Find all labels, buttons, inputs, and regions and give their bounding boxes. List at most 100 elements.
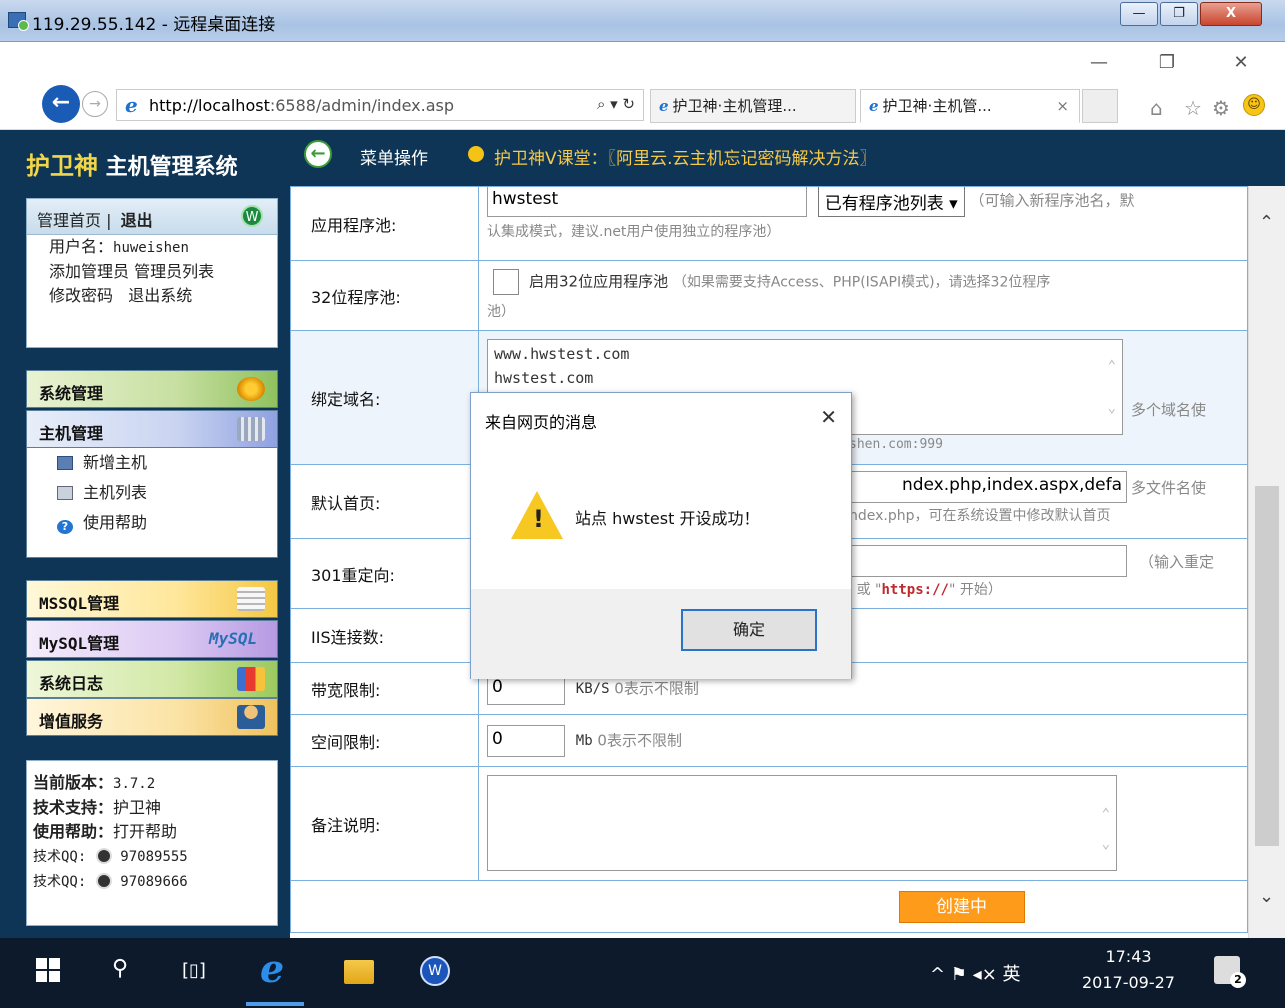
- scroll-up-icon: ⌃: [1107, 358, 1116, 374]
- space-label: 空间限制:: [290, 714, 479, 767]
- host-submenu: 新增主机 主机列表 ? 使用帮助: [26, 448, 278, 558]
- browser-minimize-button[interactable]: —: [1084, 52, 1114, 73]
- back-arrow-icon[interactable]: ←: [42, 85, 80, 123]
- chevron-down-icon[interactable]: ⌄: [1259, 886, 1274, 907]
- remote-desktop-icon: [8, 12, 29, 31]
- dialog-title: 来自网页的消息: [485, 413, 598, 432]
- tab-close-icon[interactable]: ×: [1056, 90, 1069, 122]
- app-pool-select[interactable]: 已有程序池列表 ▾: [817, 187, 965, 217]
- username-row: 用户名：huweishen: [49, 237, 189, 256]
- qq-number-1[interactable]: 97089555: [120, 849, 187, 865]
- page-scrollbar[interactable]: ⌃ ⌄: [1248, 186, 1285, 938]
- redirect-label: 301重定向:: [290, 538, 479, 609]
- app-pool-input[interactable]: hwstest: [487, 187, 807, 217]
- home-icon[interactable]: ⌂: [1150, 96, 1163, 120]
- menu-item-host-list[interactable]: 主机列表: [27, 478, 277, 508]
- lesson-link[interactable]: 护卫神V课堂：〖阿里云.云主机忘记密码解决方法〗: [494, 144, 877, 169]
- tab-host-manager-2[interactable]: e 护卫神·主机管... ×: [860, 89, 1080, 123]
- system-tray[interactable]: ^ ⚑ ◂× 英: [930, 960, 1021, 986]
- tab-host-manager-1[interactable]: e 护卫神·主机管理...: [650, 89, 856, 123]
- chevron-up-icon[interactable]: ⌃: [1259, 212, 1274, 233]
- forward-arrow-icon[interactable]: →: [82, 91, 108, 117]
- gear-icon: [237, 377, 265, 401]
- admin-home-link[interactable]: 管理首页: [37, 211, 101, 230]
- dialog-footer: 确定: [471, 589, 851, 679]
- file-explorer-icon[interactable]: [344, 960, 374, 984]
- admin-links-row: 添加管理员 管理员列表: [27, 260, 277, 284]
- address-url[interactable]: http://localhost:6588/admin/index.asp: [149, 96, 454, 115]
- default-doc-label: 默认首页:: [290, 464, 479, 539]
- browser-close-button[interactable]: ✕: [1226, 52, 1256, 73]
- notification-center-icon[interactable]: [1214, 956, 1246, 988]
- back-circle-icon[interactable]: ←: [304, 140, 332, 168]
- menu-item-new-host[interactable]: 新增主机: [27, 448, 277, 478]
- feedback-smiley-icon[interactable]: ☺: [1243, 94, 1265, 116]
- menu-value-added-services[interactable]: 增值服务: [26, 698, 278, 736]
- warning-icon: [511, 491, 563, 539]
- rdp-minimize-button[interactable]: —: [1120, 2, 1158, 26]
- scroll-down-icon: ⌄: [1107, 400, 1116, 416]
- pool32-hint: （如果需要支持Access、PHP(ISAPI模式)，请选择32位程序: [672, 274, 1051, 291]
- sidebar: 护卫神 主机管理系统 管理首页 | 退出 W 用户名：huweishen 添加管…: [0, 130, 290, 938]
- scroll-down-icon: ⌄: [1101, 836, 1110, 852]
- menu-system-management[interactable]: 系统管理: [26, 370, 278, 408]
- open-help-link[interactable]: 打开帮助: [113, 822, 177, 841]
- user-panel-header: 管理首页 | 退出 W: [27, 199, 277, 235]
- mysql-logo-icon: MySQL: [209, 629, 258, 648]
- ie-taskbar-icon[interactable]: e: [260, 946, 284, 991]
- search-refresh-icons[interactable]: ⌕ ▾ ↻: [597, 95, 635, 113]
- browser-restore-button[interactable]: ❐: [1152, 52, 1182, 73]
- host-list-icon: [57, 486, 73, 500]
- task-view-icon[interactable]: [▯]: [182, 960, 206, 981]
- app-pool-hint-2: 认集成模式，建议.net用户使用独立的程序池）: [487, 224, 781, 240]
- change-password-link[interactable]: 修改密码: [49, 286, 113, 305]
- taskbar: ⚲ [▯] e W ^ ⚑ ◂× 英 17:43 2017-09-27: [0, 938, 1285, 1008]
- search-icon[interactable]: ⚲: [112, 956, 128, 981]
- menu-host-management[interactable]: 主机管理: [26, 410, 278, 448]
- huweishen-shield-icon[interactable]: W: [420, 956, 450, 986]
- menu-system-logs[interactable]: 系统日志: [26, 660, 278, 698]
- support-row: 技术支持：护卫神: [33, 798, 162, 817]
- ok-button[interactable]: 确定: [681, 609, 817, 651]
- menu-mysql-management[interactable]: MySQL管理 MySQL: [26, 620, 278, 658]
- app-pool-hint: （可输入新程序池名，默: [969, 191, 1135, 210]
- domains-hint: 多个域名使: [1131, 401, 1207, 419]
- redirect-hint: （输入重定: [1139, 553, 1215, 571]
- scrollbar-thumb[interactable]: [1255, 486, 1279, 846]
- bandwidth-label: 带宽限制:: [290, 662, 479, 715]
- add-admin-link[interactable]: 添加管理员: [49, 262, 129, 281]
- database-icon: [237, 587, 265, 611]
- space-input[interactable]: 0: [487, 724, 565, 757]
- qq-penguin-icon: [96, 848, 113, 864]
- rdp-maximize-button[interactable]: ❐: [1160, 2, 1198, 26]
- version-row: 当前版本：3.7.2: [33, 773, 156, 792]
- chart-icon: [237, 667, 265, 691]
- menu-mssql-management[interactable]: MSSQL管理: [26, 580, 278, 618]
- qq-number-2[interactable]: 97089666: [120, 874, 187, 890]
- windows-start-icon[interactable]: [36, 958, 60, 982]
- row-pool32: 32位程序池: 启用32位应用程序池 （如果需要支持Access、PHP(ISA…: [290, 260, 1248, 331]
- address-bar[interactable]: e http://localhost:6588/admin/index.asp …: [116, 89, 644, 121]
- user-service-icon: [237, 705, 265, 729]
- menu-item-help[interactable]: ? 使用帮助: [27, 508, 277, 538]
- notes-textarea[interactable]: ⌃ ⌄: [487, 775, 1117, 871]
- help-icon: ?: [57, 520, 73, 534]
- admin-list-link[interactable]: 管理员列表: [134, 262, 214, 281]
- brand-title: 护卫神 主机管理系统: [26, 152, 238, 180]
- iis-conn-label: IIS连接数:: [290, 608, 479, 663]
- dialog-close-icon[interactable]: ✕: [820, 405, 837, 429]
- new-tab-button[interactable]: [1082, 89, 1118, 123]
- favorites-star-icon[interactable]: ☆: [1184, 96, 1202, 120]
- logout-link[interactable]: 退出: [121, 211, 153, 230]
- taskbar-clock[interactable]: 17:43 2017-09-27: [1082, 944, 1175, 996]
- rdp-close-button[interactable]: X: [1200, 2, 1262, 26]
- exit-system-link[interactable]: 退出系统: [128, 286, 192, 305]
- pool32-checkbox[interactable]: [493, 269, 519, 295]
- menu-operation-link[interactable]: 菜单操作: [360, 144, 428, 169]
- gear-icon[interactable]: ⚙: [1212, 96, 1230, 120]
- bandwidth-unit: KB/S: [575, 681, 610, 697]
- version-panel: 当前版本：3.7.2 技术支持：护卫神 使用帮助：打开帮助 技术QQ: 97089…: [26, 760, 278, 926]
- app-pool-cell: hwstest 已有程序池列表 ▾ （可输入新程序池名，默 认集成模式，建议.n…: [478, 186, 1248, 261]
- create-site-button[interactable]: 创建中: [898, 891, 1025, 923]
- pool32-checkbox-label: 启用32位应用程序池: [529, 272, 669, 291]
